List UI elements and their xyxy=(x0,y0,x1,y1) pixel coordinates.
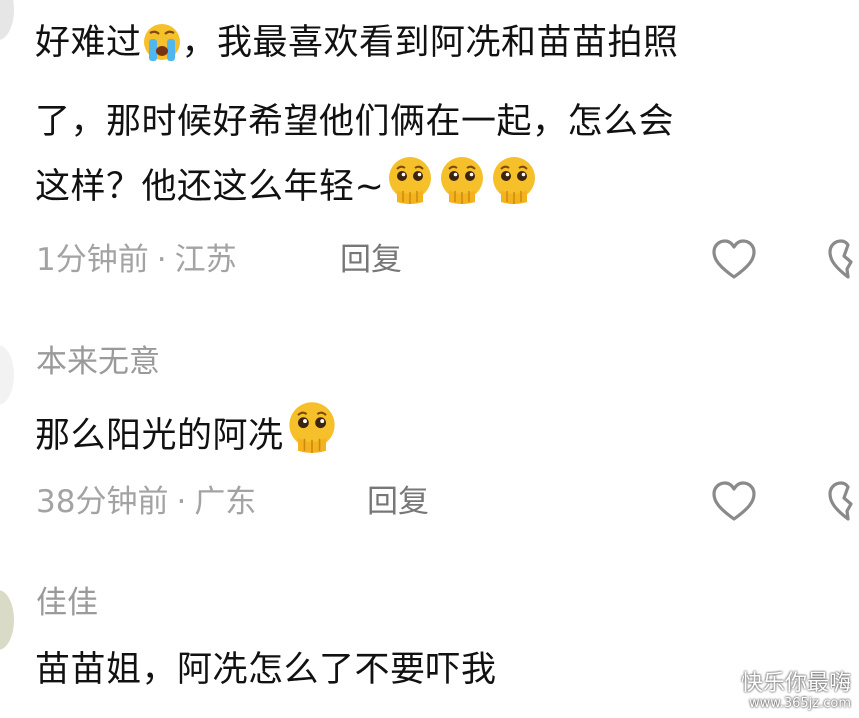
comment-username[interactable]: 佳佳 xyxy=(36,583,98,623)
meta-separator: · xyxy=(156,242,167,278)
watermark: 快乐你最嗨 www.365jz.com xyxy=(740,671,851,712)
broken-heart-icon[interactable] xyxy=(826,478,859,526)
comment-location: 广东 xyxy=(194,484,257,520)
heart-outline-icon[interactable] xyxy=(710,478,758,526)
comment-text: 了，那时候好希望他们俩在一起，怎么会 xyxy=(35,102,675,142)
reply-button[interactable]: 回复 xyxy=(340,240,402,280)
avatar[interactable] xyxy=(0,590,14,650)
avatar[interactable] xyxy=(0,0,14,40)
pleading-face-emoji xyxy=(284,399,340,455)
comment-meta: 1分钟前 · 江苏 xyxy=(36,240,237,280)
comment-location: 江苏 xyxy=(174,242,237,278)
comment-text: 那么阳光的阿冼 xyxy=(35,399,735,467)
comment-text: 苗苗姐，阿冼怎么了不要吓我 xyxy=(35,650,497,690)
loudly-crying-emoji xyxy=(142,22,182,62)
comment-time: 1分钟前 xyxy=(36,242,149,278)
comment-time: 38分钟前 xyxy=(36,484,169,520)
avatar[interactable] xyxy=(0,345,14,405)
reply-button[interactable]: 回复 xyxy=(367,482,429,522)
heart-outline-icon[interactable] xyxy=(710,236,758,284)
comment-text: 这样？他还这么年轻~ xyxy=(35,154,855,218)
meta-separator: · xyxy=(176,484,187,520)
pleading-face-emoji xyxy=(436,154,488,206)
comment-meta: 38分钟前 · 广东 xyxy=(36,482,256,522)
pleading-face-emoji xyxy=(384,154,436,206)
pleading-face-emoji xyxy=(488,154,540,206)
broken-heart-icon[interactable] xyxy=(826,236,859,284)
comment-text: 好难过 ，我最喜欢看到阿冼和苗苗拍照 xyxy=(35,22,679,63)
comment-username[interactable]: 本来无意 xyxy=(36,342,160,382)
